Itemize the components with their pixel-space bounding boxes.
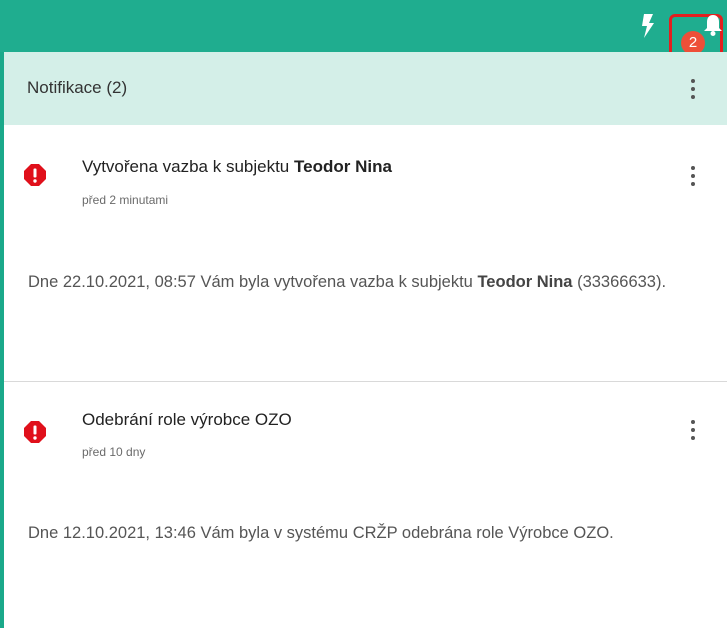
notification-item: Vytvořena vazba k subjektu Teodor Nina p…	[4, 125, 727, 382]
notification-title-subject: Teodor Nina	[294, 157, 392, 176]
panel-menu-icon[interactable]	[690, 79, 696, 101]
alert-icon	[24, 421, 46, 443]
top-bar: 2	[0, 0, 727, 66]
notification-time: před 10 dny	[82, 445, 146, 459]
panel-title: Notifikace (2)	[27, 78, 128, 97]
notification-body: Dne 12.10.2021, 13:46 Vám byla v systému…	[28, 524, 614, 542]
notification-item: Odebrání role výrobce OZO před 10 dny Dn…	[4, 382, 727, 628]
notification-menu-icon[interactable]	[690, 420, 696, 442]
alert-icon	[24, 164, 46, 186]
notifications-header: Notifikace (2)	[4, 52, 727, 125]
notification-title: Odebrání role výrobce OZO	[82, 410, 292, 429]
bell-icon[interactable]	[704, 14, 722, 36]
notification-body: Dne 22.10.2021, 08:57 Vám byla vytvořena…	[28, 262, 708, 302]
notification-body-subject: Teodor Nina	[477, 273, 573, 291]
notification-time: před 2 minutami	[82, 193, 169, 207]
notification-title-text: Vytvořena vazba k subjektu	[82, 157, 294, 176]
notification-body-id: (33366633).	[572, 273, 667, 291]
notification-title: Vytvořena vazba k subjektu Teodor Nina	[82, 157, 392, 177]
bolt-icon[interactable]	[641, 14, 655, 38]
notification-menu-icon[interactable]	[690, 166, 696, 188]
notification-body-text: Dne 22.10.2021, 08:57 Vám byla vytvořena…	[28, 273, 478, 291]
